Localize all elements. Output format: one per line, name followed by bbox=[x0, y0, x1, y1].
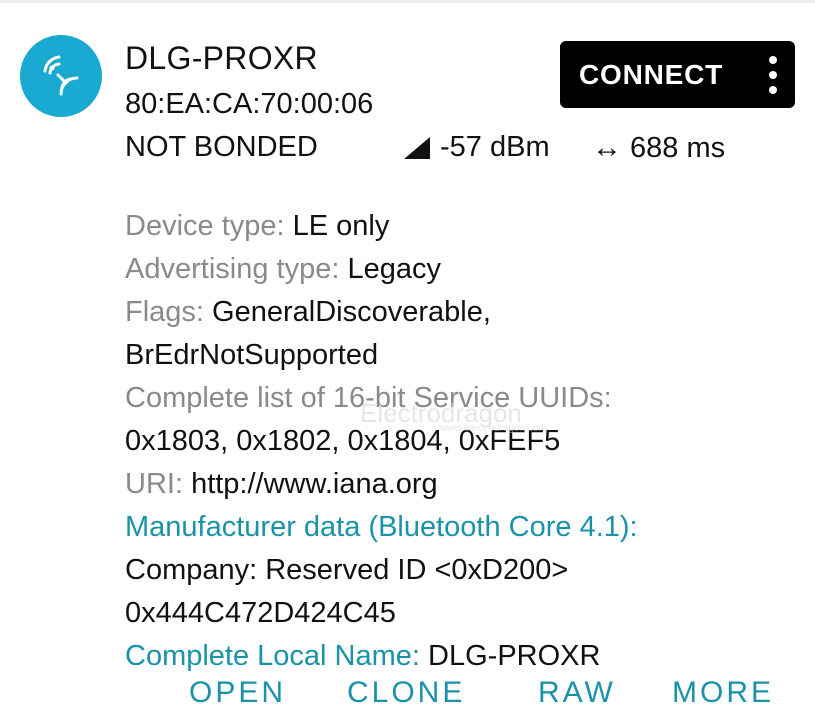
advertisement-details: Device type: LE only Advertising type: L… bbox=[125, 205, 785, 678]
clone-button[interactable]: CLONE bbox=[347, 676, 465, 710]
bluetooth-beacon-icon bbox=[43, 55, 79, 96]
flags-label: Flags: bbox=[125, 296, 213, 328]
uri-value[interactable]: http://www.iana.org bbox=[191, 468, 438, 500]
local-name-value: DLG-PROXR bbox=[428, 640, 601, 672]
uri-label: URI: bbox=[125, 468, 192, 500]
manufacturer-label[interactable]: Manufacturer data (Bluetooth Core 4.1): bbox=[125, 506, 785, 549]
connect-label: CONNECT bbox=[579, 58, 724, 90]
device-type-label: Device type: bbox=[125, 210, 293, 242]
uuids-value: 0x1803, 0x1802, 0x1804, 0xFEF5 bbox=[125, 425, 561, 457]
rssi-value: -57 dBm bbox=[440, 131, 550, 163]
more-button[interactable]: MORE bbox=[672, 676, 774, 710]
top-divider bbox=[0, 0, 815, 3]
adv-type-value: Legacy bbox=[347, 253, 441, 285]
manufacturer-bytes: 0x444C472D424C45 bbox=[125, 597, 396, 629]
device-name: DLG-PROXR bbox=[125, 40, 318, 76]
uuids-label: Complete list of 16-bit Service UUIDs: bbox=[125, 382, 612, 414]
bond-state: NOT BONDED bbox=[125, 131, 318, 163]
interval-readout: ↔ 688 ms bbox=[592, 131, 725, 165]
flags-row: Flags: GeneralDiscoverable, bbox=[125, 291, 785, 334]
adv-type-row: Advertising type: Legacy bbox=[125, 248, 785, 291]
overflow-menu-icon[interactable] bbox=[769, 56, 777, 94]
interval-arrows-icon: ↔ bbox=[592, 131, 622, 164]
action-bar: OPEN CLONE RAW MORE bbox=[0, 676, 815, 716]
adv-type-label: Advertising type: bbox=[125, 253, 348, 285]
flags-value-line1: GeneralDiscoverable, bbox=[212, 296, 491, 328]
local-name-row: Complete Local Name: DLG-PROXR bbox=[125, 635, 785, 678]
device-type-row: Device type: LE only bbox=[125, 205, 785, 248]
device-avatar bbox=[20, 35, 102, 117]
rssi-readout: -57 dBm bbox=[402, 131, 550, 164]
raw-button[interactable]: RAW bbox=[538, 676, 616, 710]
interval-value: 688 ms bbox=[630, 131, 726, 164]
open-button[interactable]: OPEN bbox=[189, 676, 286, 710]
uri-row: URI: http://www.iana.org bbox=[125, 463, 785, 506]
flags-value-line2: BrEdrNotSupported bbox=[125, 339, 379, 371]
signal-strength-icon bbox=[404, 136, 430, 159]
device-address: 80:EA:CA:70:00:06 bbox=[125, 88, 374, 120]
device-type-value: LE only bbox=[292, 210, 390, 242]
local-name-label[interactable]: Complete Local Name: bbox=[125, 640, 428, 672]
company-value: Company: Reserved ID <0xD200> bbox=[125, 554, 569, 586]
connect-button[interactable]: CONNECT bbox=[560, 41, 795, 108]
